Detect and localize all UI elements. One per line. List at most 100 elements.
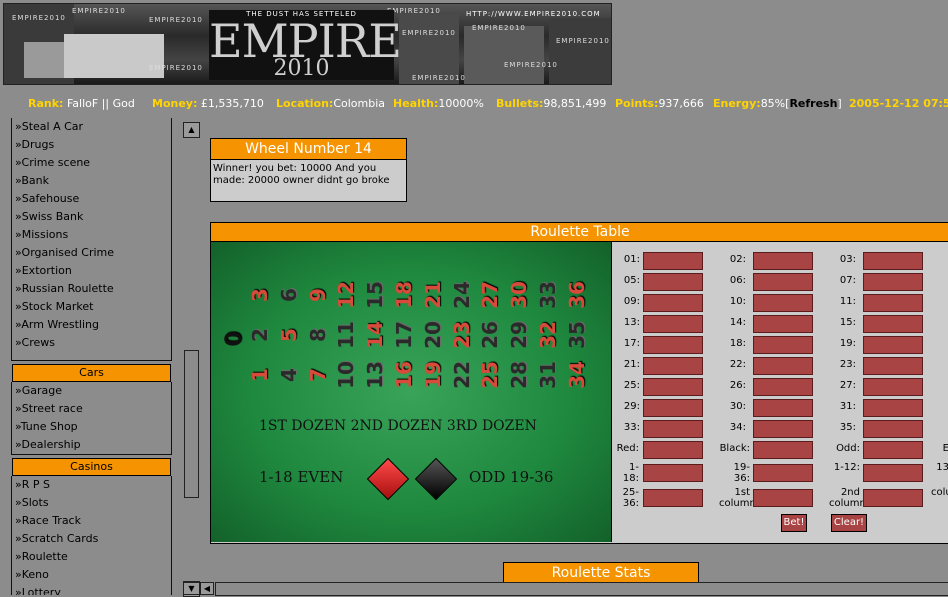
black-diamond-icon[interactable] — [414, 457, 458, 501]
bet-amount-input[interactable] — [753, 315, 813, 333]
roulette-number[interactable]: 28 — [506, 358, 532, 392]
roulette-number[interactable]: 3 — [247, 278, 273, 312]
roulette-number[interactable]: 12 — [333, 278, 359, 312]
bet-amount-input[interactable] — [863, 399, 923, 417]
bet-amount-input[interactable] — [753, 399, 813, 417]
bet-button[interactable]: Bet! — [781, 514, 807, 532]
bet-amount-input[interactable] — [863, 336, 923, 354]
dozens-labels[interactable]: 1ST DOZEN 2ND DOZEN 3RD DOZEN — [259, 418, 537, 434]
sidebar-item[interactable]: »Russian Roulette — [12, 280, 171, 298]
odd-high-label[interactable]: ODD 19-36 — [469, 468, 553, 486]
roulette-number[interactable]: 14 — [362, 318, 388, 352]
zero-number[interactable]: 0 — [222, 322, 248, 356]
roulette-number[interactable]: 30 — [506, 278, 532, 312]
bet-amount-input[interactable] — [863, 315, 923, 333]
roulette-number[interactable]: 19 — [420, 358, 446, 392]
scroll-up-icon[interactable]: ▲ — [183, 122, 200, 138]
roulette-number[interactable]: 4 — [276, 358, 302, 392]
sidebar-item[interactable]: »Race Track — [12, 512, 171, 530]
roulette-number[interactable]: 10 — [333, 358, 359, 392]
roulette-number[interactable]: 17 — [391, 318, 417, 352]
sidebar-item[interactable]: »Organised Crime — [12, 244, 171, 262]
sidebar-item[interactable]: »Arm Wrestling — [12, 316, 171, 334]
bet-amount-input[interactable] — [863, 273, 923, 291]
bet-amount-input[interactable] — [643, 420, 703, 438]
low-even-label[interactable]: 1-18 EVEN — [259, 468, 343, 486]
bet-amount-input[interactable] — [643, 399, 703, 417]
roulette-number[interactable]: 35 — [564, 318, 590, 352]
roulette-number[interactable]: 6 — [276, 278, 302, 312]
roulette-number[interactable]: 26 — [477, 318, 503, 352]
roulette-number[interactable]: 2 — [247, 318, 273, 352]
bet-amount-input[interactable] — [753, 336, 813, 354]
sidebar-item[interactable]: »Stock Market — [12, 298, 171, 316]
refresh-link[interactable]: Refresh — [789, 97, 837, 110]
sidebar-item[interactable]: »Swiss Bank — [12, 208, 171, 226]
roulette-number[interactable]: 7 — [305, 358, 331, 392]
bet-amount-input[interactable] — [643, 441, 703, 459]
bet-amount-input[interactable] — [863, 464, 923, 482]
sidebar-item[interactable]: »Roulette — [12, 548, 171, 566]
scroll-down-icon[interactable]: ▼ — [183, 582, 200, 595]
bet-amount-input[interactable] — [863, 441, 923, 459]
roulette-number[interactable]: 13 — [362, 358, 388, 392]
roulette-number[interactable]: 27 — [477, 278, 503, 312]
sidebar-item[interactable]: »Crews — [12, 334, 171, 352]
sidebar-item[interactable]: »Safehouse — [12, 190, 171, 208]
sidebar-item[interactable]: »Steal A Car — [12, 118, 171, 136]
horizontal-scrollbar[interactable]: ▼ ◀ — [183, 582, 948, 596]
sidebar-item[interactable]: »R P S — [12, 476, 171, 494]
bet-amount-input[interactable] — [753, 252, 813, 270]
bet-amount-input[interactable] — [643, 294, 703, 312]
scrollbar-track[interactable] — [215, 582, 948, 596]
bet-amount-input[interactable] — [643, 378, 703, 396]
roulette-number[interactable]: 1 — [247, 358, 273, 392]
sidebar-item[interactable]: »Keno — [12, 566, 171, 584]
bet-amount-input[interactable] — [753, 489, 813, 507]
bet-amount-input[interactable] — [863, 489, 923, 507]
roulette-number[interactable]: 22 — [449, 358, 475, 392]
roulette-number[interactable]: 18 — [391, 278, 417, 312]
roulette-number[interactable]: 32 — [535, 318, 561, 352]
sidebar-item[interactable]: »Tune Shop — [12, 418, 171, 436]
bet-amount-input[interactable] — [863, 357, 923, 375]
bet-amount-input[interactable] — [753, 378, 813, 396]
roulette-number[interactable]: 36 — [564, 278, 590, 312]
roulette-number[interactable]: 24 — [449, 278, 475, 312]
roulette-number[interactable]: 29 — [506, 318, 532, 352]
sidebar-item[interactable]: »Scratch Cards — [12, 530, 171, 548]
roulette-number[interactable]: 16 — [391, 358, 417, 392]
scroll-left-icon[interactable]: ◀ — [200, 582, 214, 595]
red-diamond-icon[interactable] — [366, 457, 410, 501]
roulette-number[interactable]: 9 — [305, 278, 331, 312]
clear-button[interactable]: Clear! — [831, 514, 867, 532]
roulette-number[interactable]: 21 — [420, 278, 446, 312]
roulette-number[interactable]: 20 — [420, 318, 446, 352]
bet-amount-input[interactable] — [753, 294, 813, 312]
sidebar-item[interactable]: »Extortion — [12, 262, 171, 280]
bet-amount-input[interactable] — [863, 252, 923, 270]
bet-amount-input[interactable] — [753, 273, 813, 291]
sidebar-item[interactable]: »Missions — [12, 226, 171, 244]
roulette-number[interactable]: 33 — [535, 278, 561, 312]
bet-amount-input[interactable] — [643, 357, 703, 375]
roulette-number[interactable]: 15 — [362, 278, 388, 312]
bet-amount-input[interactable] — [643, 252, 703, 270]
sidebar-item[interactable]: »Street race — [12, 400, 171, 418]
sidebar-item[interactable]: »Lottery — [12, 584, 171, 595]
roulette-number[interactable]: 31 — [535, 358, 561, 392]
bet-amount-input[interactable] — [643, 464, 703, 482]
sidebar-item[interactable]: »Bank — [12, 172, 171, 190]
vertical-scrollbar[interactable]: ▲ ▼ — [182, 122, 200, 597]
bet-amount-input[interactable] — [643, 273, 703, 291]
bet-amount-input[interactable] — [863, 294, 923, 312]
bet-amount-input[interactable] — [643, 315, 703, 333]
scrollbar-thumb[interactable] — [184, 350, 199, 498]
bet-amount-input[interactable] — [753, 441, 813, 459]
bet-amount-input[interactable] — [863, 378, 923, 396]
sidebar-item[interactable]: »Slots — [12, 494, 171, 512]
bet-amount-input[interactable] — [863, 420, 923, 438]
roulette-number[interactable]: 25 — [477, 358, 503, 392]
sidebar-item[interactable]: »Drugs — [12, 136, 171, 154]
bet-amount-input[interactable] — [753, 420, 813, 438]
